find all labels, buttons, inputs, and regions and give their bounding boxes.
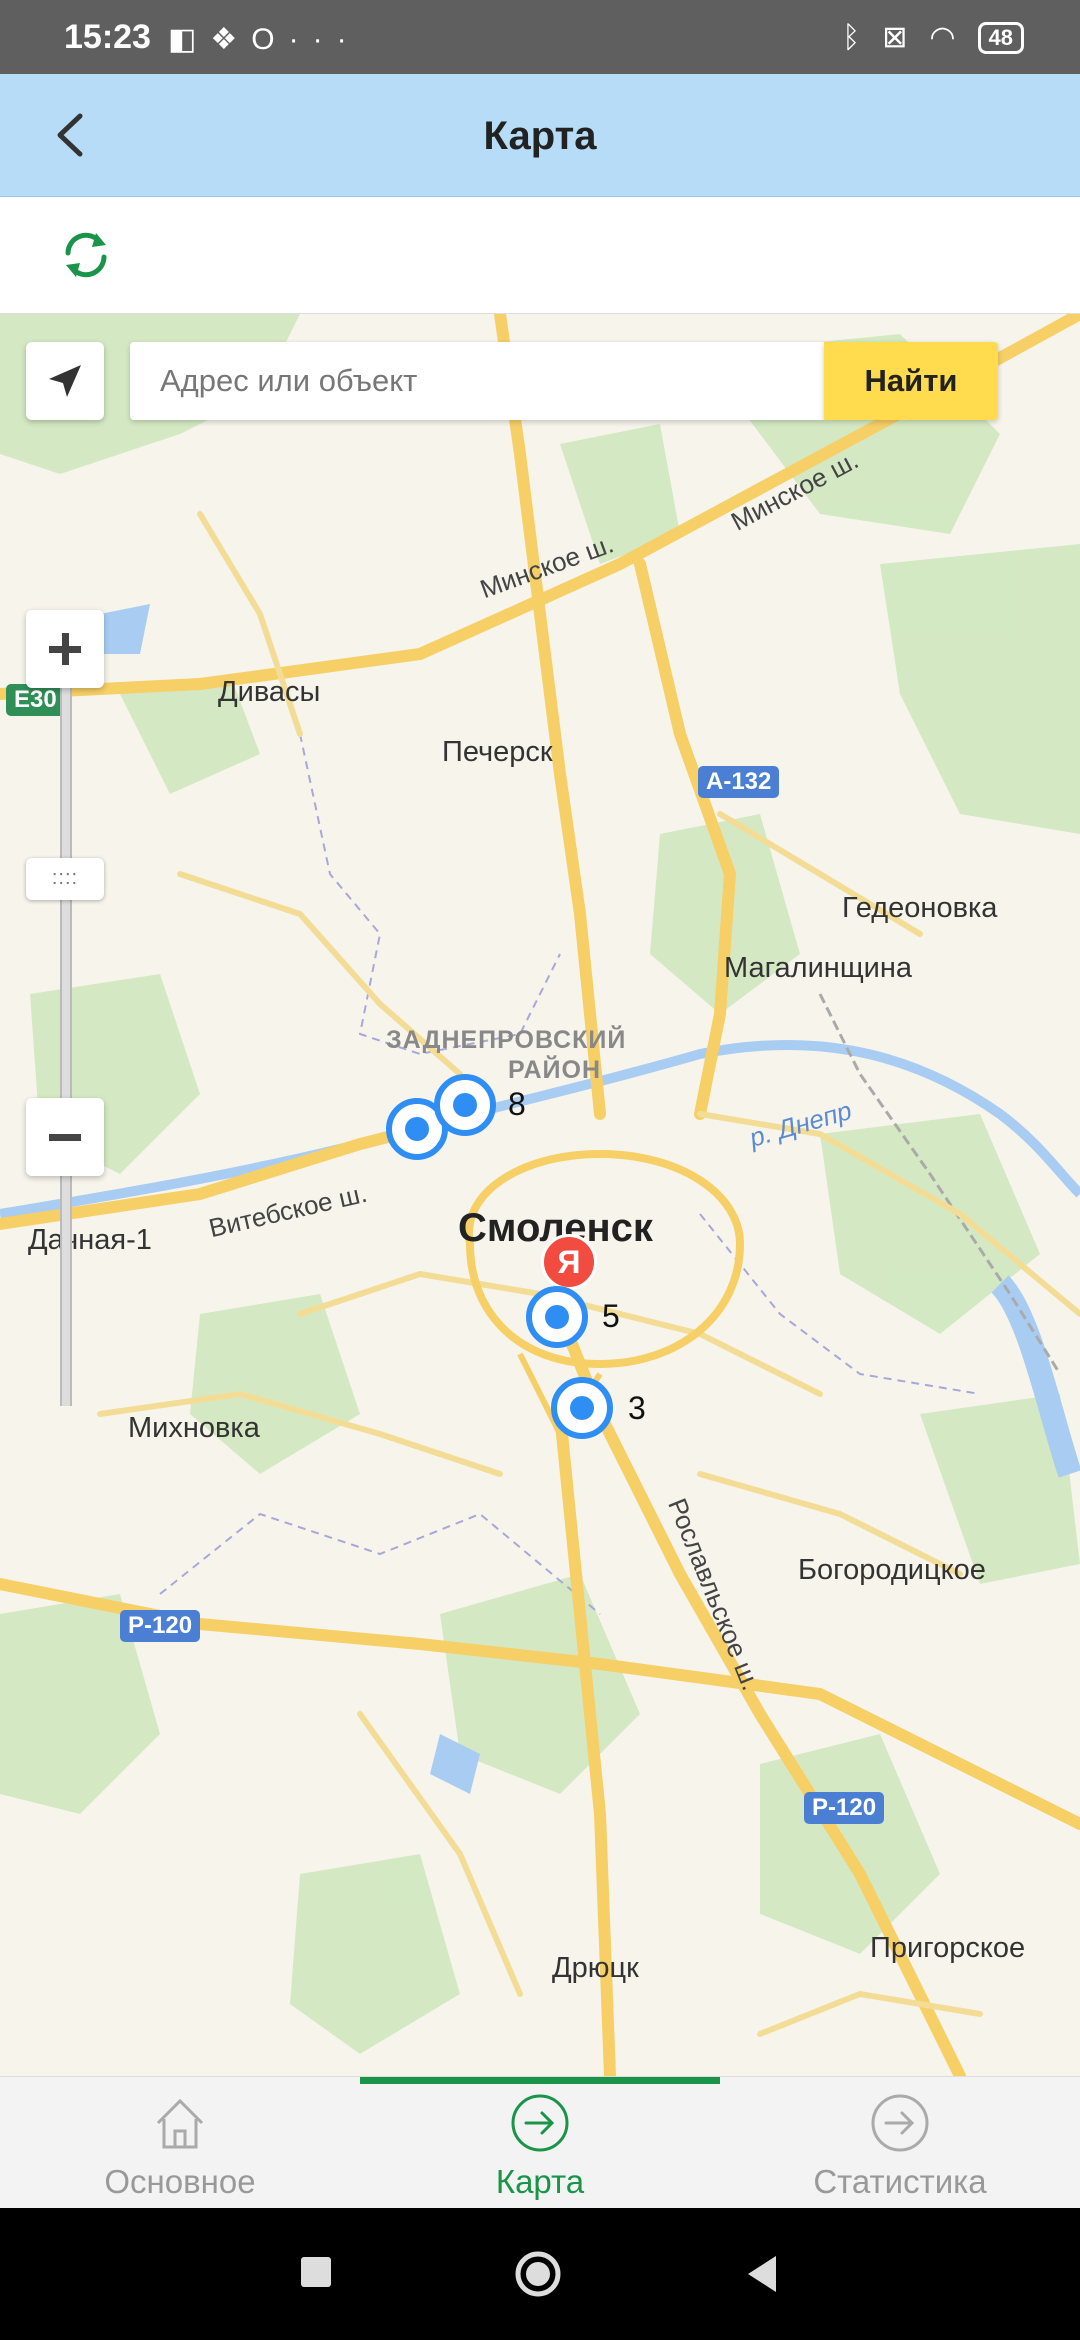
location-marker[interactable] — [432, 1072, 498, 1138]
marker-count: 3 — [628, 1390, 646, 1426]
map-view[interactable]: Дивасы Печерск Гедеоновка Магалинщина ЗА… — [0, 314, 1080, 2076]
toolbar — [0, 197, 1080, 314]
map-label-dryuck: Дрюцк — [552, 1952, 639, 1984]
map-label-mikhnovka: Михновка — [128, 1412, 260, 1444]
map-label-divasy: Дивасы — [218, 676, 321, 708]
marker-count: 5 — [602, 1298, 620, 1334]
tab-statistics[interactable]: Статистика — [720, 2077, 1080, 2209]
zoom-slider-track[interactable] — [60, 686, 72, 1406]
map-label-prigorskoe: Пригорское — [870, 1932, 1026, 1964]
road-shield-e30: E30 — [6, 684, 65, 716]
sim-off-icon: ⊠ — [882, 21, 908, 54]
map-label-district: ЗАДНЕПРОВСКИЙ — [386, 1026, 627, 1054]
location-marker[interactable] — [524, 1284, 590, 1350]
map-label-dachnaya: Дачная-1 — [28, 1224, 152, 1256]
zoom-slider-handle[interactable]: :::: — [26, 858, 104, 900]
more-dots-icon: ··· — [288, 23, 361, 56]
home-icon — [156, 2098, 204, 2149]
map-label-magalinshina: Магалинщина — [724, 952, 913, 984]
app-bar: Карта — [0, 74, 1080, 197]
bluetooth-icon: ᛒ — [842, 20, 861, 54]
tab-map-label: Карта — [495, 2163, 585, 2200]
status-bar: 15:23 ◧❖O··· ᛒ ⊠ ◠ 48 — [0, 0, 1080, 74]
recents-button[interactable] — [298, 2254, 334, 2290]
map-label-pechersk: Печерск — [442, 736, 553, 768]
map-label-rayon: РАЙОН — [508, 1056, 602, 1084]
status-time: 15:23 — [64, 18, 151, 56]
opera-icon: O — [251, 23, 289, 56]
navigation-arrow-icon — [49, 365, 81, 397]
find-button[interactable]: Найти — [824, 342, 998, 420]
marker-count: 8 — [508, 1086, 526, 1122]
tab-main[interactable]: Основное — [0, 2077, 360, 2209]
arrow-circle-icon — [511, 2094, 569, 2152]
minus-icon — [49, 1134, 81, 1141]
app-icon: ◧ — [168, 23, 211, 56]
locate-button[interactable] — [26, 342, 104, 420]
zoom-out-button[interactable] — [26, 1098, 104, 1176]
plus-icon — [49, 633, 81, 665]
road-shield-a132: А-132 — [698, 766, 780, 798]
tab-main-label: Основное — [104, 2163, 256, 2200]
refresh-icon[interactable] — [56, 225, 116, 285]
page-title: Карта — [483, 114, 597, 158]
system-icons: ᛒ ⊠ ◠ 48 — [842, 20, 1024, 55]
arrow-circle-icon — [871, 2094, 929, 2152]
road-shield-r120-west: Р-120 — [120, 1610, 201, 1642]
tab-map[interactable]: Карта — [360, 2077, 720, 2209]
home-button[interactable] — [512, 2248, 564, 2300]
map-label-gedeonovka: Гедеоновка — [842, 892, 998, 924]
bottom-navigation: Основное Карта Статистика — [0, 2076, 1080, 2209]
notification-icons: ◧❖O··· — [168, 22, 361, 57]
tab-statistics-label: Статистика — [813, 2163, 987, 2200]
wifi-icon: ◠ — [929, 21, 956, 54]
yandex-logo: Я — [541, 1234, 597, 1290]
road-shield-r120-east: Р-120 — [804, 1792, 885, 1824]
location-marker[interactable] — [549, 1375, 615, 1441]
battery-icon: 48 — [977, 21, 1024, 54]
system-navigation-bar — [0, 2208, 1080, 2340]
map-label-bogoroditskoe: Богородицкое — [798, 1554, 986, 1586]
address-search-input[interactable] — [130, 342, 824, 420]
zoom-in-button[interactable] — [26, 610, 104, 688]
dropbox-icon: ❖ — [210, 23, 252, 56]
back-button[interactable] — [742, 2252, 782, 2296]
